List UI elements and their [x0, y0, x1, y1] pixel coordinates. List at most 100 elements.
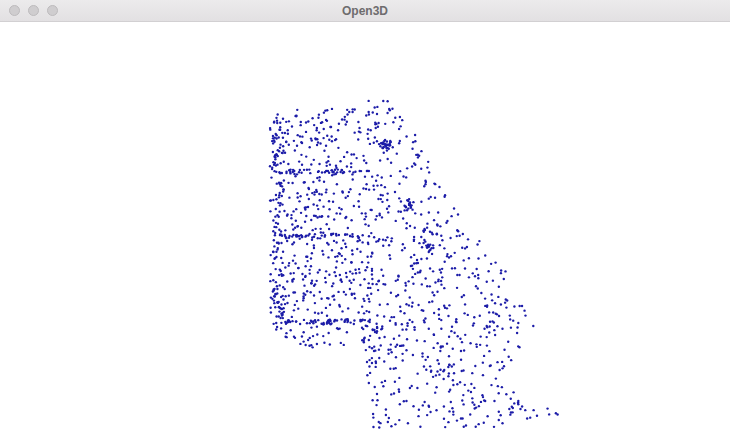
- point: [276, 301, 278, 303]
- point: [406, 325, 408, 327]
- point: [322, 232, 324, 234]
- point: [367, 287, 369, 289]
- point: [282, 145, 284, 147]
- point: [274, 162, 276, 164]
- point: [341, 262, 343, 264]
- point: [284, 335, 286, 337]
- point: [397, 279, 399, 281]
- point: [303, 169, 305, 171]
- point: [365, 325, 367, 327]
- render-canvas[interactable]: [0, 22, 730, 432]
- point: [320, 231, 322, 233]
- point: [350, 261, 352, 263]
- point: [456, 287, 458, 289]
- point: [313, 159, 315, 161]
- point: [418, 242, 420, 244]
- point: [281, 312, 283, 314]
- point: [328, 200, 330, 202]
- point: [282, 298, 284, 300]
- point: [373, 345, 375, 347]
- point: [338, 207, 340, 209]
- zoom-button[interactable]: [47, 5, 58, 16]
- point: [333, 271, 335, 273]
- point: [332, 171, 334, 173]
- open3d-window: Open3D: [0, 0, 730, 432]
- point: [270, 199, 272, 201]
- point: [476, 243, 478, 245]
- point: [276, 241, 278, 243]
- point: [355, 157, 357, 159]
- point: [357, 200, 359, 202]
- point: [489, 321, 491, 323]
- close-button[interactable]: [9, 5, 20, 16]
- point: [436, 233, 438, 235]
- point: [475, 285, 477, 287]
- point: [468, 276, 470, 278]
- point: [436, 233, 438, 235]
- point: [408, 203, 410, 205]
- point: [513, 402, 515, 404]
- point: [473, 403, 475, 405]
- point: [451, 267, 453, 269]
- point: [521, 305, 523, 307]
- point: [497, 392, 499, 394]
- point: [361, 319, 363, 321]
- point: [467, 238, 469, 240]
- point: [298, 171, 300, 173]
- point: [388, 148, 390, 150]
- point: [276, 122, 278, 124]
- point: [371, 362, 373, 364]
- point: [479, 344, 481, 346]
- point: [368, 382, 370, 384]
- point: [340, 169, 342, 171]
- point: [273, 289, 275, 291]
- point: [292, 259, 294, 261]
- point: [391, 107, 393, 109]
- point: [296, 300, 298, 302]
- point: [386, 158, 388, 160]
- point: [397, 275, 399, 277]
- point: [335, 266, 337, 268]
- point: [270, 176, 272, 178]
- point: [441, 268, 443, 270]
- point: [358, 271, 360, 273]
- point: [279, 126, 281, 128]
- point: [471, 397, 473, 399]
- point: [301, 273, 303, 275]
- point: [443, 261, 445, 263]
- point: [273, 121, 275, 123]
- point: [496, 325, 498, 327]
- point: [369, 335, 371, 337]
- point: [364, 223, 366, 225]
- point: [378, 426, 380, 428]
- point: [478, 405, 480, 407]
- point: [367, 100, 369, 102]
- point: [498, 369, 500, 371]
- point: [364, 319, 366, 321]
- point: [334, 256, 336, 258]
- point-cloud[interactable]: [0, 22, 730, 432]
- point: [311, 238, 313, 240]
- point: [311, 252, 313, 254]
- point: [380, 142, 382, 144]
- point: [311, 117, 313, 119]
- point: [452, 384, 454, 386]
- point: [306, 256, 308, 258]
- point: [306, 169, 308, 171]
- point: [304, 265, 306, 267]
- point: [382, 238, 384, 240]
- point: [426, 222, 428, 224]
- minimize-button[interactable]: [28, 5, 39, 16]
- point: [353, 153, 355, 155]
- point: [476, 346, 478, 348]
- point: [415, 262, 417, 264]
- point: [288, 144, 290, 146]
- point: [405, 284, 407, 286]
- point: [324, 234, 326, 236]
- point: [286, 213, 288, 215]
- point: [394, 346, 396, 348]
- point: [281, 185, 283, 187]
- point: [283, 210, 285, 212]
- point: [368, 298, 370, 300]
- point: [314, 311, 316, 313]
